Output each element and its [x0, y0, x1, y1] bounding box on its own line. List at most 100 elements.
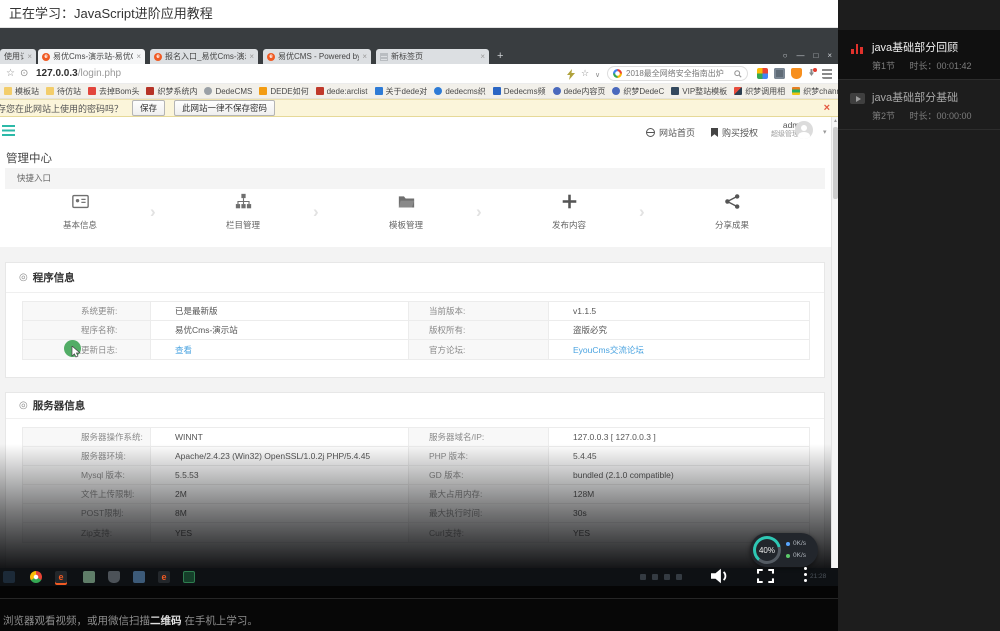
bookmark-item[interactable]: Dedecms频: [493, 86, 546, 97]
favicon: [671, 87, 679, 95]
folder-icon: [398, 193, 415, 210]
fullscreen-icon: [757, 569, 774, 583]
favicon: [375, 87, 383, 95]
tab-close-icon[interactable]: ×: [362, 52, 367, 61]
bookmark-item[interactable]: 织梦调用相: [734, 86, 785, 97]
bookmark-star-icon[interactable]: ☆: [6, 68, 15, 79]
purchase-license-link[interactable]: 购买授权: [711, 126, 758, 139]
browser-tab-3[interactable]: e 易优CMS - Powered by Eyou.. ×: [263, 49, 371, 64]
site-home-link[interactable]: 网站首页: [646, 126, 695, 139]
tray-icon[interactable]: [664, 574, 670, 580]
tray-icon[interactable]: [676, 574, 682, 580]
window-controls: ○ — □ ×: [783, 50, 832, 62]
account-circle-icon[interactable]: ○: [783, 50, 788, 62]
forum-link[interactable]: EyouCms交流论坛: [549, 340, 809, 359]
step-template-manage[interactable]: 模板管理: [360, 193, 452, 231]
player-more-button[interactable]: [804, 567, 808, 585]
download-icon[interactable]: [806, 68, 817, 79]
site-info-icon[interactable]: ⊙: [20, 68, 28, 79]
browser-tab-active[interactable]: e 易优Cms-演示站-易优CMS企.. ×: [38, 49, 145, 64]
step-share-result[interactable]: 分享成果: [686, 193, 778, 231]
table-row: 服务器操作系统: WINNT 服务器域名/IP: 127.0.0.3 [ 127…: [23, 428, 809, 447]
flash-bolt-icon[interactable]: [567, 69, 575, 80]
tab-close-icon[interactable]: ×: [27, 52, 32, 61]
search-engine-icon: [613, 69, 622, 78]
table-row: 服务器环境: Apache/2.4.23 (Win32) OpenSSL/1.0…: [23, 447, 809, 466]
app-taskbar-icon[interactable]: [183, 571, 195, 583]
close-window-button[interactable]: ×: [827, 50, 832, 62]
speed-percent: 40%: [753, 536, 781, 564]
episode-duration: 时长：00:01:42: [910, 61, 972, 71]
favicon: [553, 87, 561, 95]
favicon: [792, 87, 800, 95]
folder-icon: [46, 87, 54, 95]
browser-tab-newtab[interactable]: 新标签页 ×: [376, 49, 489, 64]
bookmark-item[interactable]: 织梦系统内: [146, 86, 197, 97]
browser-e-taskbar-icon[interactable]: e: [55, 571, 67, 583]
apps-grid-icon[interactable]: [757, 68, 768, 79]
sidebar-toggle-icon[interactable]: [2, 125, 15, 136]
close-passbar-icon[interactable]: ×: [824, 102, 830, 114]
step-column-manage[interactable]: 栏目管理: [197, 193, 289, 231]
video-letterbox: [0, 586, 838, 598]
bookmark-item[interactable]: 关于dede对: [375, 86, 428, 97]
bookmark-item[interactable]: 模板站: [4, 86, 39, 97]
bookmark-item[interactable]: 去掉Bom头: [88, 86, 139, 97]
tray-icon[interactable]: [640, 574, 646, 580]
bookmark-item[interactable]: VIP整站模板: [671, 86, 727, 97]
bookmark-item[interactable]: DEDE如何: [259, 86, 308, 97]
step-publish-content[interactable]: 发布内容: [523, 193, 615, 231]
volume-button[interactable]: [709, 567, 731, 585]
fullscreen-button[interactable]: [757, 569, 774, 583]
user-menu-caret-icon[interactable]: ▾: [823, 128, 827, 136]
browser-tab-partial[interactable]: 使用订 ×: [0, 49, 36, 64]
net-speed-widget[interactable]: 40% 0K/s 0K/s: [750, 533, 818, 567]
avatar[interactable]: [795, 121, 813, 139]
address-bar[interactable]: 127.0.0.3/login.php: [36, 68, 121, 79]
tray-icon[interactable]: [652, 574, 658, 580]
app-taskbar-icon[interactable]: [133, 571, 145, 583]
minimize-button[interactable]: —: [796, 50, 804, 62]
browser-toolbar: ☆ ⊙ 127.0.0.3/login.php ☆ ∨ 2018最全网络安全指南…: [0, 64, 838, 84]
chrome-taskbar-icon[interactable]: [30, 571, 42, 583]
security-shield-icon[interactable]: [791, 68, 802, 79]
step-basic-info[interactable]: 基本信息: [34, 193, 126, 231]
dropdown-caret-icon[interactable]: ∨: [595, 70, 600, 81]
eyou-favicon: e: [267, 53, 275, 61]
tab-close-icon[interactable]: ×: [136, 52, 141, 61]
table-row: Mysql 版本: 5.5.53 GD 版本: bundled (2.1.0 c…: [23, 466, 809, 485]
page-scrollbar[interactable]: ▲: [831, 117, 838, 568]
bookmark-item[interactable]: DedeCMS: [204, 87, 252, 96]
new-tab-button[interactable]: +: [497, 50, 503, 63]
changelog-link[interactable]: 查看: [151, 340, 409, 359]
chapter-item-current[interactable]: java基础部分回顾 第1节 时长：00:01:42: [838, 30, 1000, 80]
favicon: [434, 87, 442, 95]
favorite-star-icon[interactable]: ☆: [581, 68, 589, 79]
tab-close-icon[interactable]: ×: [480, 52, 485, 61]
browser-e2-taskbar-icon[interactable]: e: [158, 571, 170, 583]
now-learning-text: 正在学习：JavaScript进阶应用教程: [9, 6, 213, 21]
browser-tab-2[interactable]: e 报名入口_易优Cms-演示站 ×: [150, 49, 258, 64]
bookmark-item[interactable]: dede:arclist: [316, 87, 368, 96]
bookmarks-overflow-icon[interactable]: »: [829, 85, 834, 95]
bookmark-item[interactable]: dede内容页: [553, 86, 606, 97]
app-taskbar-icon[interactable]: [108, 571, 120, 583]
id-card-icon: [72, 193, 89, 210]
bookmark-item[interactable]: 待仿站: [46, 86, 81, 97]
app-taskbar-icon[interactable]: [83, 571, 95, 583]
bookmark-item[interactable]: 织梦DedeC: [612, 86, 664, 97]
net-down-row: 0K/s: [786, 540, 806, 547]
save-password-button[interactable]: 保存: [132, 100, 165, 116]
tab-close-icon[interactable]: ×: [249, 52, 254, 61]
maximize-button[interactable]: □: [813, 50, 818, 62]
video-player[interactable]: 使用订 × e 易优Cms-演示站-易优CMS企.. × e 报名入口_易优Cm…: [0, 28, 838, 598]
browser-menu-icon[interactable]: [822, 68, 833, 79]
favicon: [88, 87, 96, 95]
bookmark-item[interactable]: dedecms织: [434, 86, 485, 97]
extension-grid-icon[interactable]: [774, 68, 785, 79]
url-host: 127.0.0.3: [36, 68, 78, 79]
omni-search-box[interactable]: 2018最全网络安全指南出炉: [607, 66, 748, 81]
chapter-item[interactable]: java基础部分基础 第2节 时长：00:00:00: [838, 80, 1000, 130]
never-save-button[interactable]: 此网站一律不保存密码: [174, 100, 275, 116]
start-button-icon[interactable]: [3, 571, 15, 583]
